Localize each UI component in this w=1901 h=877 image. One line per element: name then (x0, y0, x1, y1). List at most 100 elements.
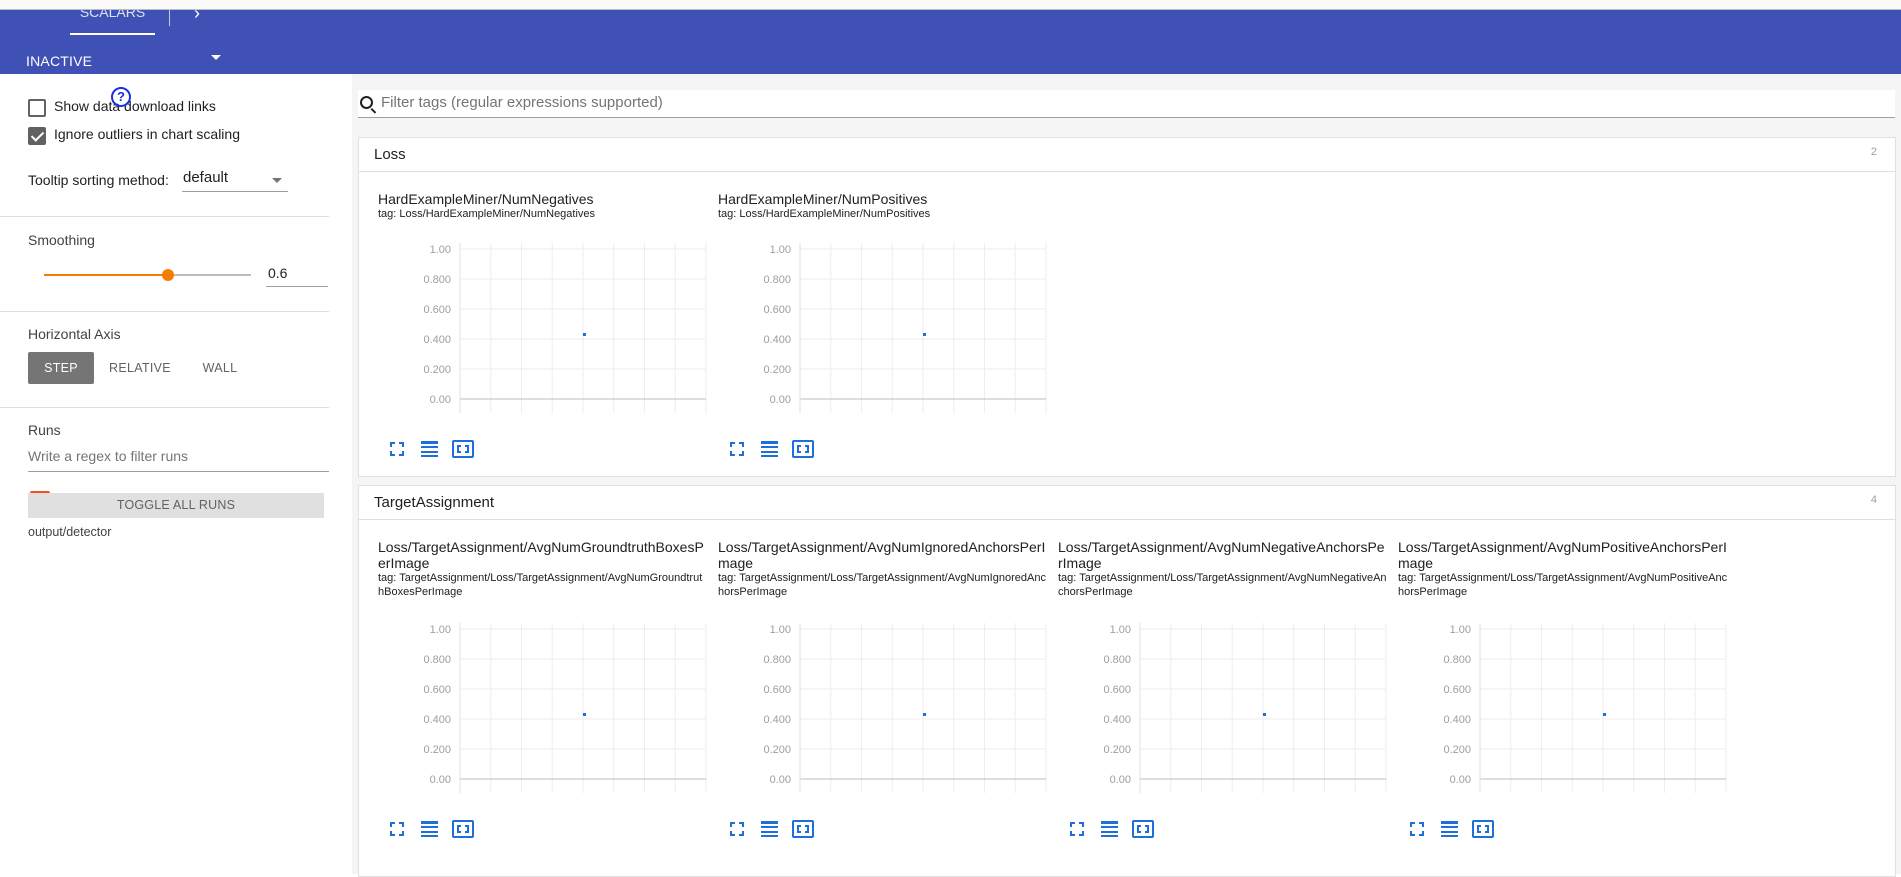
plugin-select[interactable]: INACTIVE (26, 46, 227, 76)
chart-group-targetassignment: TargetAssignment 4 Loss/TargetAssignment/A… (358, 485, 1896, 877)
scalar-chart[interactable]: 1.00 0.800 0.600 0.400 0.200 0.00 (378, 615, 708, 797)
toggle-log-scale-icon-bar (421, 455, 438, 457)
scalar-chart[interactable]: 1.00 0.800 0.600 0.400 0.200 0.00 (718, 615, 1048, 797)
axis-option-step-button[interactable]: STEP (28, 352, 94, 384)
chart-card: HardExampleMiner/NumNegatives tag: Loss/H… (378, 191, 708, 477)
group-count: 4 (1870, 494, 1877, 506)
fullscreen-icon-corner (730, 831, 735, 836)
runs-title: Runs (28, 422, 61, 438)
fit-domain-icon[interactable] (1472, 820, 1494, 838)
y-tick-label: 1.00 (770, 624, 791, 636)
app-header: SCALARS › INACTIVE (0, 4, 1901, 76)
smoothing-value-input[interactable]: 0.6 (266, 260, 328, 287)
fullscreen-icon-corner (730, 442, 735, 447)
fullscreen-icon-corner (739, 831, 744, 836)
toggle-log-scale-icon[interactable] (1100, 820, 1118, 838)
fullscreen-icon-corner (399, 831, 404, 836)
tooltip-sort-select[interactable]: default (182, 168, 288, 192)
fullscreen-icon[interactable] (1068, 820, 1086, 838)
chart-card: Loss/TargetAssignment/AvgNumIgnoredAncho… (718, 539, 1048, 869)
chart-card: Loss/TargetAssignment/AvgNumGroundtruthB… (378, 539, 708, 869)
toggle-log-scale-icon-bar (1441, 831, 1458, 833)
chart-title: Loss/TargetAssignment/AvgNumIgnoredAncho… (718, 539, 1046, 571)
tag-filter-input[interactable]: Filter tags (regular expressions support… (358, 90, 1895, 118)
fit-domain-icon[interactable] (452, 440, 474, 458)
chevron-right-icon[interactable]: › (194, 4, 200, 22)
axis-option-wall-button[interactable]: WALL (186, 352, 254, 384)
toggle-all-runs-button[interactable]: TOGGLE ALL RUNS (28, 493, 324, 518)
tooltip-sort-value: default (183, 169, 229, 186)
group-header[interactable]: TargetAssignment 4 (359, 486, 1895, 520)
fit-domain-icon-corner (1145, 829, 1149, 833)
fullscreen-icon-corner (1070, 822, 1075, 827)
scalar-chart[interactable]: 1.00 0.800 0.600 0.400 0.200 0.00 (718, 235, 1048, 417)
plugin-select-value: INACTIVE (26, 53, 93, 69)
fullscreen-icon-corner (1079, 822, 1084, 827)
fit-domain-icon-corner (797, 829, 801, 833)
y-tick-label: 0.400 (1103, 714, 1131, 726)
toggle-log-scale-icon-bar (1101, 835, 1118, 837)
fit-domain-icon[interactable] (452, 820, 474, 838)
fullscreen-icon-corner (1419, 822, 1424, 827)
chart-group-loss: Loss 2 HardExampleMiner/NumNegatives tag: L… (358, 137, 1896, 477)
ignore-outliers-checkbox[interactable] (28, 127, 46, 145)
sidebar: Show data download links ? Ignore outlie… (0, 74, 330, 874)
chart-card: Loss/TargetAssignment/AvgNumPositiveAnch… (1398, 539, 1728, 869)
y-tick-label: 0.800 (763, 654, 791, 666)
tag-filter-placeholder: Filter tags (regular expressions support… (381, 94, 663, 111)
smoothing-slider-fill (44, 274, 168, 276)
toggle-log-scale-icon[interactable] (760, 440, 778, 458)
toggle-log-scale-icon[interactable] (420, 440, 438, 458)
y-tick-label: 1.00 (1110, 624, 1131, 636)
fullscreen-icon[interactable] (728, 440, 746, 458)
toggle-log-scale-icon-bar (1441, 835, 1458, 837)
ignore-outliers-label[interactable]: Ignore outliers in chart scaling (54, 126, 240, 142)
show-download-links-label[interactable]: Show data download links (54, 98, 216, 114)
toggle-log-scale-icon-bar (761, 831, 778, 833)
y-tick-label: 0.400 (423, 714, 451, 726)
divider (0, 311, 329, 312)
smoothing-slider-thumb[interactable] (162, 269, 174, 281)
toggle-log-scale-icon[interactable] (760, 820, 778, 838)
chart-tag: tag: TargetAssignment/Loss/TargetAssignm… (378, 572, 703, 598)
fit-domain-icon[interactable] (792, 440, 814, 458)
fullscreen-icon[interactable] (388, 440, 406, 458)
fit-domain-icon-corner (797, 449, 801, 453)
fit-domain-icon[interactable] (1132, 820, 1154, 838)
group-title: TargetAssignment (374, 494, 495, 511)
toggle-log-scale-icon[interactable] (1440, 820, 1458, 838)
toggle-log-scale-icon-bar (761, 441, 778, 444)
axis-option-relative-button[interactable]: RELATIVE (98, 352, 182, 384)
fit-domain-icon-corner (1485, 829, 1489, 833)
fullscreen-icon[interactable] (1408, 820, 1426, 838)
group-count: 2 (1870, 146, 1877, 158)
fullscreen-icon-corner (399, 451, 404, 456)
fit-domain-icon-corner (457, 829, 461, 833)
toggle-log-scale-icon-bar (761, 826, 778, 828)
fullscreen-icon[interactable] (388, 820, 406, 838)
help-icon[interactable]: ? (111, 87, 131, 107)
browser-bookmark-strip (0, 0, 1901, 10)
show-download-links-checkbox[interactable] (28, 99, 46, 117)
fit-domain-icon-corner (465, 449, 469, 453)
group-header[interactable]: Loss 2 (359, 138, 1895, 172)
scalar-chart[interactable]: 1.00 0.800 0.600 0.400 0.200 0.00 (378, 235, 708, 417)
fit-domain-icon-corner (465, 829, 469, 833)
fullscreen-icon-corner (1079, 831, 1084, 836)
y-tick-label: 0.200 (1443, 744, 1471, 756)
fit-domain-icon[interactable] (792, 820, 814, 838)
data-point (1603, 713, 1606, 716)
fullscreen-icon-corner (730, 822, 735, 827)
scalar-chart[interactable]: 1.00 0.800 0.600 0.400 0.200 0.00 (1058, 615, 1388, 797)
y-tick-label: 1.00 (770, 244, 791, 256)
fullscreen-icon-corner (1419, 831, 1424, 836)
chart-tag: tag: TargetAssignment/Loss/TargetAssignm… (1398, 572, 1728, 598)
runs-filter-input[interactable]: Write a regex to filter runs (28, 446, 329, 472)
toggle-log-scale-icon[interactable] (420, 820, 438, 838)
fullscreen-icon[interactable] (728, 820, 746, 838)
scalar-chart[interactable]: 1.00 0.800 0.600 0.400 0.200 0.00 (1398, 615, 1728, 797)
y-tick-label: 0.800 (423, 274, 451, 286)
smoothing-slider[interactable] (44, 269, 251, 281)
tab-scalars[interactable]: SCALARS (70, 10, 155, 34)
toggle-log-scale-icon-bar (421, 441, 438, 444)
